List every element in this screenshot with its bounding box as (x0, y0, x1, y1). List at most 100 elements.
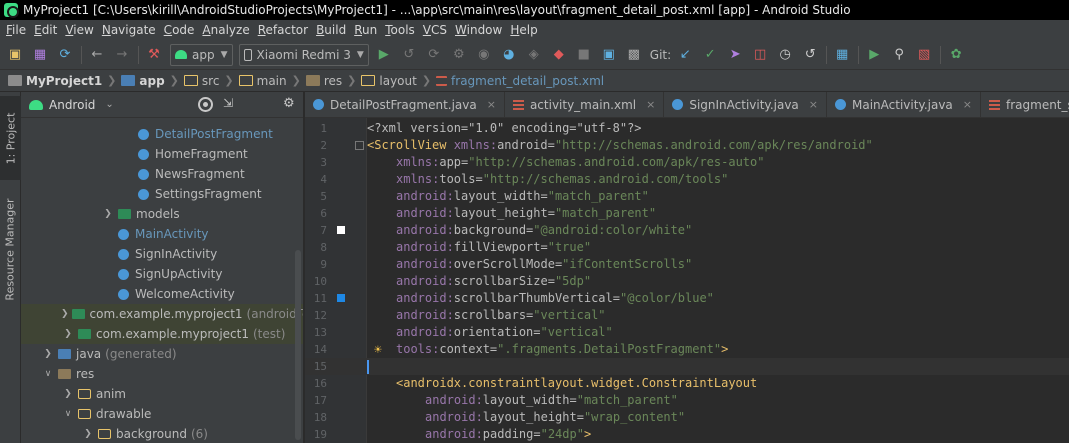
menu-edit[interactable]: Edit (32, 23, 63, 37)
search-icon[interactable]: ⚲ (890, 46, 908, 64)
chevron-down-icon[interactable]: ⌄ (105, 99, 113, 110)
project-scrollbar[interactable] (295, 250, 301, 440)
resource-manager-tool-tab[interactable]: Resource Manager (0, 184, 21, 314)
run-configuration-select[interactable]: app ▼ (170, 43, 233, 66)
gear-icon[interactable]: ⚙ (283, 96, 295, 111)
menu-build[interactable]: Build (314, 23, 352, 37)
chevron-down-icon[interactable]: ∨ (61, 409, 75, 419)
git-history-icon[interactable]: ◷ (776, 46, 794, 64)
git-compare-icon[interactable]: ◫ (751, 46, 769, 64)
chevron-down-icon[interactable]: ∨ (41, 369, 55, 379)
tree-item[interactable]: SignInActivity (21, 244, 303, 264)
tree-item[interactable]: SettingsFragment (21, 184, 303, 204)
chevron-right-icon[interactable]: ❯ (101, 209, 115, 219)
menu-code[interactable]: Code (162, 23, 201, 37)
editor-tab[interactable]: fragment_settings.xml (981, 92, 1069, 117)
tree-item[interactable]: ❯ java (generated) (21, 344, 303, 364)
menu-vcs[interactable]: VCS (421, 23, 453, 37)
debug-icon[interactable]: ⚙ (450, 46, 468, 64)
apply-changes-icon[interactable]: ↺ (400, 46, 418, 64)
color-swatch-icon[interactable] (337, 294, 345, 302)
breadcrumb-src[interactable]: src (183, 74, 219, 88)
breadcrumb-project[interactable]: MyProject1 (8, 74, 102, 88)
chevron-right-icon[interactable]: ❯ (61, 309, 69, 319)
breadcrumb-main[interactable]: main (238, 74, 287, 88)
menu-file[interactable]: File (4, 23, 32, 37)
tree-item[interactable]: ∨ res (21, 364, 303, 384)
menu-view[interactable]: View (63, 23, 99, 37)
attach-process-icon[interactable]: ◆ (550, 46, 568, 64)
close-icon[interactable]: × (646, 98, 655, 111)
open-folder-icon[interactable]: ▣ (6, 46, 24, 64)
chevron-right-icon[interactable]: ❯ (61, 389, 75, 399)
menu-navigate[interactable]: Navigate (100, 23, 162, 37)
device-select[interactable]: Xiaomi Redmi 3 ▼ (238, 43, 369, 66)
menu-help[interactable]: Help (508, 23, 543, 37)
project-view-select[interactable]: Android (49, 98, 95, 112)
tree-item[interactable]: ∨ drawable (21, 404, 303, 424)
line-number: 19 (313, 428, 327, 441)
lightbulb-icon[interactable]: ☀ (374, 342, 382, 359)
git-commit-icon[interactable]: ✓ (701, 46, 719, 64)
project-tool-tab[interactable]: 1: Project (0, 96, 21, 180)
project-structure-icon[interactable]: ▩ (625, 46, 643, 64)
tree-item[interactable]: NewsFragment (21, 164, 303, 184)
color-swatch-icon[interactable] (337, 226, 345, 234)
editor-tab[interactable]: MainActivity.java × (827, 92, 981, 117)
close-icon[interactable]: × (809, 98, 818, 111)
tree-item[interactable]: ❯ background (6) (21, 424, 303, 443)
breadcrumb-file[interactable]: fragment_detail_post.xml (436, 74, 604, 88)
locate-file-icon[interactable] (198, 97, 213, 112)
chevron-right-icon[interactable]: ❯ (41, 349, 55, 359)
tree-item[interactable]: DetailPostFragment (21, 124, 303, 144)
close-icon[interactable]: × (963, 98, 972, 111)
avd-manager-icon[interactable]: ▧ (915, 46, 933, 64)
fold-marker-icon[interactable] (355, 141, 364, 150)
tree-item[interactable]: MainActivity (21, 224, 303, 244)
editor-tab[interactable]: DetailPostFragment.java × (305, 92, 505, 117)
git-rollback-icon[interactable]: ↺ (801, 46, 819, 64)
editor-tab[interactable]: activity_main.xml × (505, 92, 665, 117)
plugin-bug-icon[interactable]: ✿ (947, 46, 965, 64)
coverage-icon[interactable]: ◉ (475, 46, 493, 64)
back-arrow-icon[interactable]: ← (88, 46, 106, 64)
tree-item[interactable]: ❯ models (21, 204, 303, 224)
save-all-icon[interactable]: ▦ (31, 46, 49, 64)
attach-debugger-icon[interactable]: ◈ (525, 46, 543, 64)
git-update-icon[interactable]: ↙ (676, 46, 694, 64)
menu-analyze[interactable]: Analyze (200, 23, 255, 37)
tree-item[interactable]: HomeFragment (21, 144, 303, 164)
stop-icon[interactable]: ■ (575, 46, 593, 64)
build-hammer-icon[interactable]: ⚒ (145, 46, 163, 64)
close-icon[interactable]: × (487, 98, 496, 111)
chevron-right-icon[interactable]: ❯ (81, 429, 95, 439)
menu-run[interactable]: Run (352, 23, 383, 37)
breadcrumb-app[interactable]: app (121, 74, 165, 88)
sync-icon[interactable]: ⟳ (56, 46, 74, 64)
menu-tools[interactable]: Tools (383, 23, 421, 37)
menu-refactor[interactable]: Refactor (256, 23, 314, 37)
tree-item[interactable]: ❯com.example.myproject1(androidTest) (21, 304, 303, 324)
run-icon[interactable]: ▶ (375, 46, 393, 64)
chevron-right-icon[interactable]: ❯ (61, 329, 75, 339)
code-area[interactable]: 1 <?xml version="1.0" encoding="utf-8"?> 2… (305, 118, 1069, 443)
git-push-icon[interactable]: ➤ (726, 46, 744, 64)
tree-item[interactable]: WelcomeActivity (21, 284, 303, 304)
kotlin-class-icon (835, 99, 846, 110)
editor-tab[interactable]: SignInActivity.java × (664, 92, 827, 117)
forward-arrow-icon[interactable]: → (113, 46, 131, 64)
tree-item[interactable]: SignUpActivity (21, 264, 303, 284)
breadcrumb-res[interactable]: res (305, 74, 342, 88)
layout-grid-icon[interactable]: ▦ (833, 46, 851, 64)
sync-gradle-icon[interactable]: ▣ (600, 46, 618, 64)
breadcrumb-layout[interactable]: layout (361, 74, 417, 88)
apply-code-changes-icon[interactable]: ⟳ (425, 46, 443, 64)
breadcrumb-separator-icon: ❯ (347, 74, 357, 87)
profile-icon[interactable]: ◕ (500, 46, 518, 64)
tree-item[interactable]: ❯ com.example.myproject1 (test) (21, 324, 303, 344)
tree-item[interactable]: ❯ anim (21, 384, 303, 404)
terminal-icon[interactable]: ▶ (865, 46, 883, 64)
menu-window[interactable]: Window (453, 23, 508, 37)
kotlin-class-icon (118, 248, 129, 260)
collapse-all-icon[interactable]: ⇲ (223, 96, 233, 110)
